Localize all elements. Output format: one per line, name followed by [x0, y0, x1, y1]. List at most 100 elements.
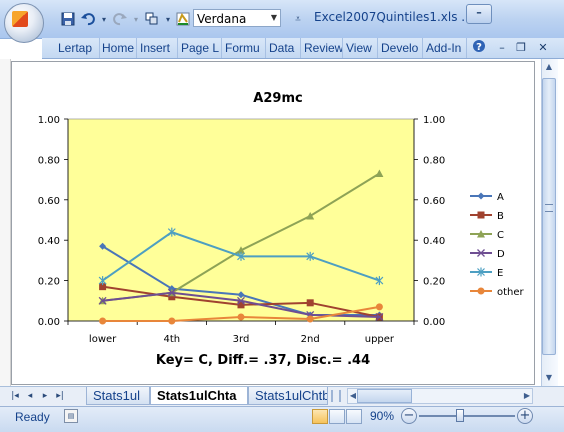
status-bar	[0, 406, 564, 432]
y2-tick-label: 0.00	[423, 317, 445, 328]
customize-toolbar-icon[interactable]: ⩡	[290, 11, 306, 27]
legend-item: E	[470, 267, 503, 279]
legend-label: C	[497, 230, 504, 241]
y2-tick-label: 1.00	[423, 115, 445, 126]
svg-text:?: ?	[476, 42, 482, 53]
y-axis-right: 0.00 0.20 0.40 0.60 0.80 1.00	[413, 115, 445, 328]
legend-item: B	[470, 211, 504, 222]
x-tick-label: 3rd	[233, 334, 250, 345]
x-tick-label: lower	[89, 334, 117, 345]
scroll-right-icon[interactable]: ▶	[521, 388, 533, 404]
tab-add-ins[interactable]: Add-In	[423, 38, 467, 58]
tab-split-handle[interactable]	[331, 390, 341, 402]
tab-developer[interactable]: Develo	[378, 38, 423, 58]
legend-label: B	[497, 211, 504, 222]
font-color-icon[interactable]	[175, 11, 191, 27]
legend-item: other	[470, 287, 525, 298]
tab-formulas[interactable]: Formu	[222, 38, 266, 58]
chart[interactable]: A29mc Key= C, Diff.= .37, Disc.= .44 0.0…	[11, 61, 535, 385]
tab-page-layout[interactable]: Page L	[178, 38, 222, 58]
plot-area	[67, 118, 415, 322]
font-dropdown-icon[interactable]: ▼	[268, 10, 280, 26]
window-minimize-button[interactable]: –	[466, 4, 492, 24]
last-sheet-icon[interactable]: ▸|	[54, 389, 66, 403]
office-logo-icon	[12, 11, 28, 27]
page-layout-view-button[interactable]	[329, 409, 345, 424]
sheet-tab-stats1ul[interactable]: Stats1ul	[86, 387, 150, 405]
zoom-slider-track[interactable]	[419, 415, 515, 417]
workbook-minimize-icon[interactable]: –	[494, 39, 510, 57]
zoom-level[interactable]: 90%	[370, 409, 394, 423]
sort-icon[interactable]	[144, 11, 160, 27]
x-tick-label: upper	[365, 334, 395, 345]
data-point	[477, 211, 485, 219]
horizontal-scroll-thumb[interactable]	[357, 389, 412, 403]
data-point	[306, 315, 314, 323]
help-icon[interactable]: ?	[471, 39, 487, 57]
y-tick-label: 1.00	[38, 115, 60, 126]
sheet-tab-stats1ulchtb[interactable]: Stats1ulChtb	[248, 387, 328, 405]
legend-label: E	[497, 268, 503, 279]
x-tick-label: 2nd	[301, 334, 320, 345]
data-point	[477, 192, 485, 200]
y-tick-label: 0.00	[38, 317, 60, 328]
chart-title: A29mc	[253, 91, 302, 106]
tab-view[interactable]: View	[343, 38, 378, 58]
tab-lertap[interactable]: Lertap	[55, 38, 100, 58]
legend-label: other	[497, 287, 525, 298]
y2-tick-label: 0.40	[423, 236, 445, 247]
tab-review[interactable]: Review	[301, 38, 343, 58]
tab-data[interactable]: Data	[266, 38, 301, 58]
legend-label: D	[497, 249, 505, 260]
save-icon[interactable]	[60, 11, 76, 27]
y-tick-label: 0.60	[38, 196, 60, 207]
y2-tick-label: 0.80	[423, 155, 445, 166]
tab-home[interactable]: Home	[99, 38, 137, 58]
first-sheet-icon[interactable]: |◂	[9, 389, 21, 403]
data-point	[99, 317, 107, 325]
scroll-grip-icon	[545, 204, 553, 212]
y-axis-left: 0.00 0.20 0.40 0.60 0.80 1.00	[38, 115, 69, 328]
y-tick-label: 0.20	[38, 277, 60, 288]
vertical-scroll-thumb[interactable]	[542, 78, 556, 355]
x-axis: lower 4th 3rd 2nd upper	[67, 320, 415, 345]
sheet-edge	[0, 59, 11, 386]
legend-item: A	[470, 192, 504, 203]
legend-item: C	[470, 230, 504, 241]
data-point	[375, 303, 383, 311]
data-point	[168, 317, 176, 325]
redo-icon[interactable]	[112, 11, 128, 27]
undo-icon[interactable]	[80, 11, 96, 27]
data-point	[477, 287, 485, 295]
status-text: Ready	[15, 410, 50, 424]
y2-tick-label: 0.60	[423, 196, 445, 207]
data-point	[237, 313, 245, 321]
y-tick-label: 0.40	[38, 236, 60, 247]
window-title: Excel2007Quintiles1.xls ... M	[314, 10, 487, 24]
sort-dropdown-icon[interactable]: ▾	[160, 11, 176, 27]
workbook-restore-icon[interactable]: ❐	[513, 39, 529, 57]
normal-view-button[interactable]	[312, 409, 328, 424]
scroll-down-icon[interactable]: ▼	[541, 370, 557, 386]
chart-subtitle: Key= C, Diff.= .37, Disc.= .44	[156, 353, 370, 368]
x-tick-label: 4th	[163, 334, 180, 345]
tab-insert[interactable]: Insert	[137, 38, 178, 58]
sheet-tab-stats1ulchta[interactable]: Stats1ulChta	[150, 387, 248, 405]
legend-label: A	[497, 192, 504, 203]
legend: ABCDEother	[470, 192, 525, 298]
previous-sheet-icon[interactable]: ◂	[24, 389, 36, 403]
undo-dropdown-icon[interactable]: ▾	[96, 11, 112, 27]
page-break-view-button[interactable]	[346, 409, 362, 424]
zoom-in-button[interactable]: +	[517, 408, 533, 424]
y2-tick-label: 0.20	[423, 277, 445, 288]
workbook-close-icon[interactable]: ✕	[535, 39, 551, 57]
redo-dropdown-icon[interactable]: ▾	[128, 11, 144, 27]
scroll-up-icon[interactable]: ▲	[541, 59, 557, 75]
next-sheet-icon[interactable]: ▸	[39, 389, 51, 403]
zoom-slider-thumb[interactable]	[456, 409, 464, 422]
y-tick-label: 0.80	[38, 155, 60, 166]
data-point	[306, 299, 314, 307]
zoom-out-button[interactable]: −	[401, 408, 417, 424]
legend-item: D	[470, 249, 505, 260]
macro-record-icon[interactable]: ▤	[64, 409, 78, 423]
